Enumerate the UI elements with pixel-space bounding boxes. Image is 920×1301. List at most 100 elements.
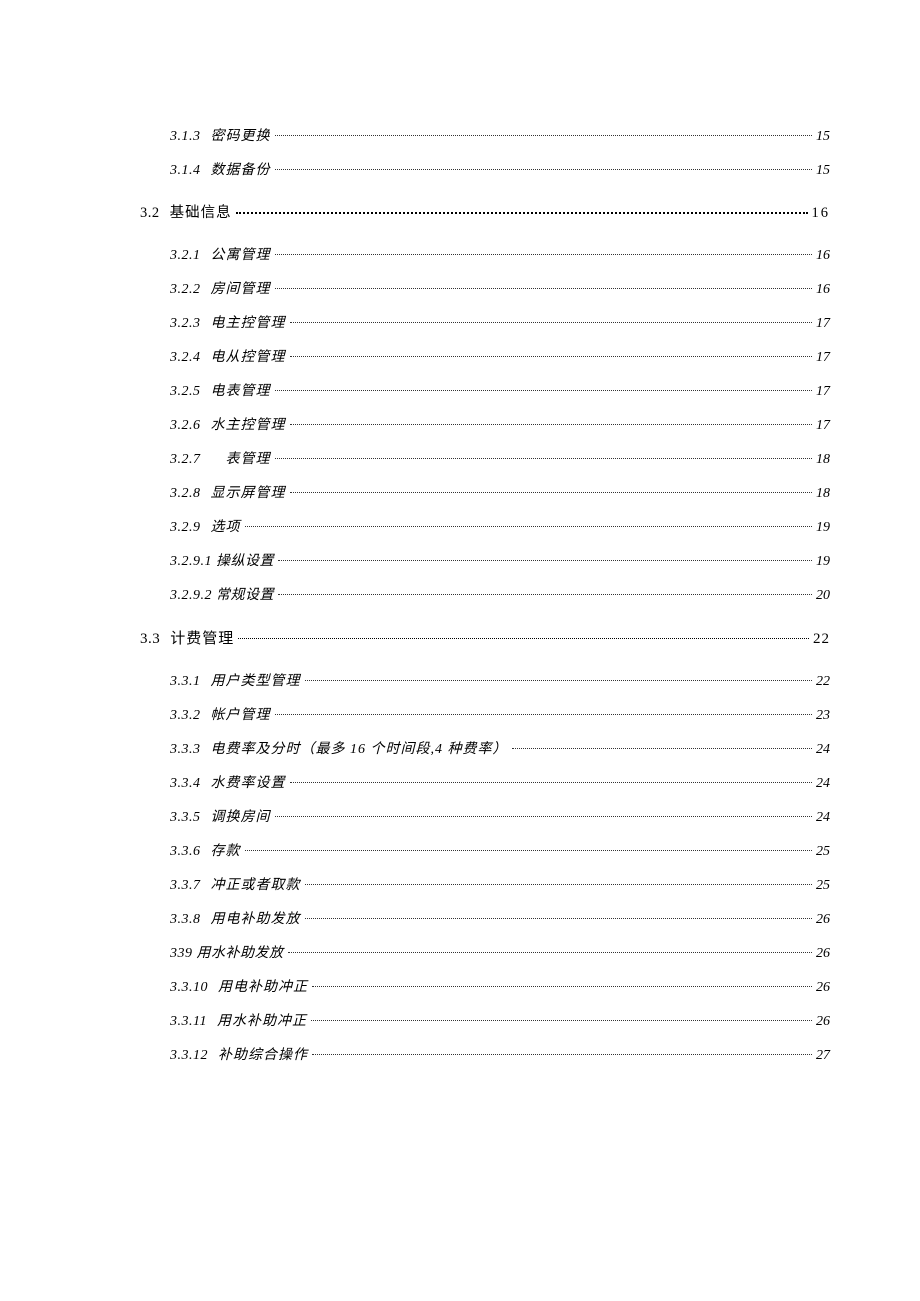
toc-entry-page: 26 <box>816 913 830 927</box>
toc-entry-number: 3.2.9 <box>170 521 201 535</box>
toc-entry[interactable]: 3.3.1用户类型管理22 <box>170 665 830 699</box>
toc-entry-number: 3.2 <box>140 206 160 221</box>
toc-leader-dots <box>245 850 813 851</box>
toc-entry-title: 表管理 <box>201 453 271 467</box>
toc-entry-number: 339 用水补助发放 <box>170 947 284 961</box>
toc-leader-dots <box>275 816 813 817</box>
toc-entry-title: 水主控管理 <box>201 419 286 433</box>
toc-entry-number: 3.2.9.1 操纵设置 <box>170 555 274 569</box>
toc-leader-dots <box>278 560 812 561</box>
toc-entry-page: 15 <box>816 164 830 178</box>
toc-entry[interactable]: 3.3.10用电补助冲正26 <box>170 971 830 1005</box>
toc-entry-number: 3.3.5 <box>170 811 201 825</box>
toc-entry-title: 显示屏管理 <box>201 487 286 501</box>
toc-leader-dots <box>275 169 813 170</box>
toc-entry-title: 电主控管理 <box>201 317 286 331</box>
toc-leader-dots <box>311 1020 812 1021</box>
toc-entry[interactable]: 3.2.5电表管理17 <box>170 375 830 409</box>
toc-leader-dots <box>512 748 813 749</box>
toc-entry-number: 3.2.3 <box>170 317 201 331</box>
toc-entry-title: 电从控管理 <box>201 351 286 365</box>
toc-leader-dots <box>290 322 813 323</box>
toc-entry-number: 3.3.12 <box>170 1049 208 1063</box>
toc-entry-number: 3.2.1 <box>170 249 201 263</box>
toc-entry-page: 17 <box>816 317 830 331</box>
toc-leader-dots <box>290 356 813 357</box>
toc-entry-title: 密码更换 <box>201 130 271 144</box>
toc-entry[interactable]: 3.2基础信息16 <box>140 188 830 239</box>
toc-entry[interactable]: 3.3.6存款25 <box>170 835 830 869</box>
toc-entry-page: 16 <box>816 283 830 297</box>
toc-entry[interactable]: 3.3.8用电补助发放26 <box>170 903 830 937</box>
toc-entry[interactable]: 3.3计费管理 22 <box>140 613 830 665</box>
toc-entry-number: 3.3.1 <box>170 675 201 689</box>
toc-entry[interactable]: 3.2.9.1 操纵设置19 <box>170 545 830 579</box>
toc-entry[interactable]: 3.2.6水主控管理17 <box>170 409 830 443</box>
toc-entry-title: 电费率及分时（最多 16 个时间段,4 种费率） <box>201 743 508 757</box>
toc-entry[interactable]: 3.3.4水费率设置 24 <box>170 767 830 801</box>
toc-entry-page: 23 <box>816 709 830 723</box>
toc-entry-number: 3.3.4 <box>170 777 201 791</box>
toc-leader-dots <box>305 884 813 885</box>
toc-entry-page: 25 <box>816 879 830 893</box>
toc-entry-title: 计费管理 <box>160 631 234 646</box>
toc-entry-number: 3.3.6 <box>170 845 201 859</box>
toc-entry[interactable]: 3.2.9选项19 <box>170 511 830 545</box>
toc-entry-number: 3.2.7 <box>170 453 201 467</box>
toc-entry-number: 3.1.3 <box>170 130 201 144</box>
toc-entry-title: 数据备份 <box>201 164 271 178</box>
toc-entry[interactable]: 3.2.4电从控管理 17 <box>170 341 830 375</box>
toc-entry[interactable]: 3.2.7 表管理18 <box>170 443 830 477</box>
toc-entry-number: 3.3.3 <box>170 743 201 757</box>
toc-entry-title: 房间管理 <box>201 283 271 297</box>
toc-entry[interactable]: 3.3.11用水补助冲正26 <box>170 1005 830 1039</box>
toc-entry-title: 补助综合操作 <box>208 1049 308 1063</box>
toc-entry[interactable]: 3.2.8显示屏管理18 <box>170 477 830 511</box>
toc-entry[interactable]: 3.3.2帐户管理23 <box>170 699 830 733</box>
toc-entry[interactable]: 3.3.3电费率及分时（最多 16 个时间段,4 种费率） 24 <box>170 733 830 767</box>
toc-entry-page: 26 <box>816 947 830 961</box>
toc-entry-number: 3.2.5 <box>170 385 201 399</box>
toc-leader-dots <box>275 714 813 715</box>
toc-entry[interactable]: 3.1.4数据备份15 <box>170 154 830 188</box>
toc-entry-number: 3.2.4 <box>170 351 201 365</box>
toc-entry-page: 26 <box>816 1015 830 1029</box>
toc-entry-number: 3.2.2 <box>170 283 201 297</box>
toc-entry-title: 基础信息 <box>160 206 232 221</box>
toc-leader-dots <box>290 424 813 425</box>
toc-leader-dots <box>236 212 808 214</box>
toc-entry[interactable]: 3.1.3密码更换15 <box>170 120 830 154</box>
toc-leader-dots <box>245 526 813 527</box>
toc-entry-title: 水费率设置 <box>201 777 286 791</box>
toc-entry-page: 17 <box>816 351 830 365</box>
toc-entry-title: 用水补助冲正 <box>207 1015 307 1029</box>
toc-entry[interactable]: 3.3.7冲正或者取款25 <box>170 869 830 903</box>
toc-entry-page: 24 <box>816 777 830 791</box>
toc-entry[interactable]: 3.3.5调换房间24 <box>170 801 830 835</box>
toc-entry-number: 3.3.2 <box>170 709 201 723</box>
document-page: 3.1.3密码更换153.1.4数据备份153.2基础信息163.2.1公寓管理… <box>0 0 920 1233</box>
toc-entry-page: 16 <box>816 249 830 263</box>
toc-leader-dots <box>275 458 813 459</box>
toc-entry-page: 24 <box>816 743 830 757</box>
toc-entry[interactable]: 3.3.12补助综合操作27 <box>170 1039 830 1073</box>
toc-leader-dots <box>305 680 813 681</box>
toc-entry-title: 公寓管理 <box>201 249 271 263</box>
toc-entry[interactable]: 339 用水补助发放 26 <box>170 937 830 971</box>
toc-entry-title: 用电补助发放 <box>201 913 301 927</box>
toc-entry-title: 用户类型管理 <box>201 675 301 689</box>
toc-entry-page: 22 <box>813 632 830 647</box>
toc-entry-page: 24 <box>816 811 830 825</box>
toc-leader-dots <box>312 986 812 987</box>
toc-leader-dots <box>305 918 813 919</box>
toc-leader-dots <box>312 1054 812 1055</box>
table-of-contents: 3.1.3密码更换153.1.4数据备份153.2基础信息163.2.1公寓管理… <box>140 120 830 1073</box>
toc-entry-number: 3.2.9.2 常规设置 <box>170 589 274 603</box>
toc-entry[interactable]: 3.2.9.2 常规设置20 <box>170 579 830 613</box>
toc-entry-number: 3.3 <box>140 632 160 647</box>
toc-entry[interactable]: 3.2.1公寓管理 16 <box>170 239 830 273</box>
toc-entry[interactable]: 3.2.3电主控管理 17 <box>170 307 830 341</box>
toc-leader-dots <box>275 135 813 136</box>
toc-entry[interactable]: 3.2.2房间管理 16 <box>170 273 830 307</box>
toc-entry-title: 用电补助冲正 <box>208 981 308 995</box>
